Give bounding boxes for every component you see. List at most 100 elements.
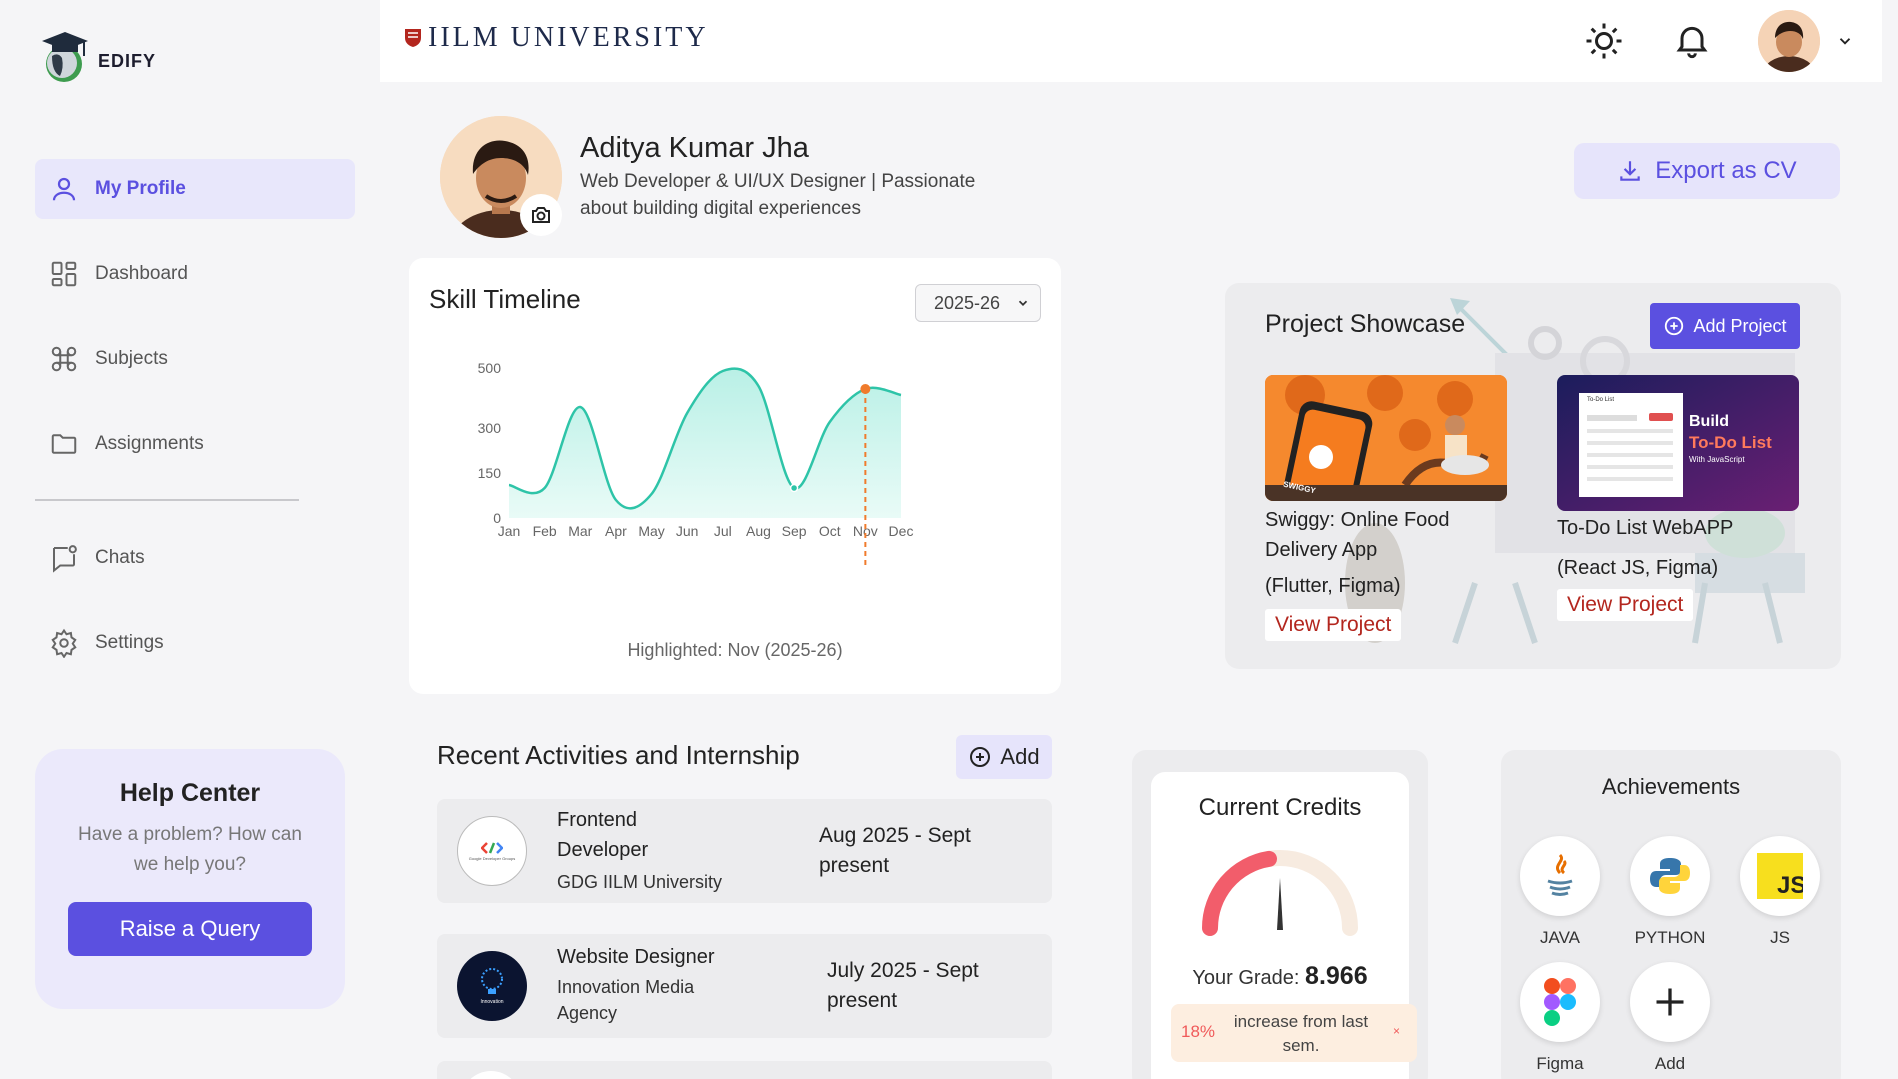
- sidebar-item-chats[interactable]: Chats: [35, 528, 355, 588]
- main-content: Aditya Kumar Jha Web Developer & UI/UX D…: [380, 82, 1882, 1079]
- add-activity-label: Add: [1000, 744, 1040, 769]
- view-project-swiggy-button[interactable]: View Project: [1265, 609, 1402, 641]
- sidebar-item-assignments[interactable]: Assignments: [35, 414, 355, 474]
- y-tick-label: 150: [478, 465, 502, 481]
- credits-title: Current Credits: [1198, 794, 1362, 821]
- current-credits-card: Current Credits Your Grade: 8.966 18% in…: [1151, 772, 1417, 1079]
- x-tick-label: Oct: [819, 523, 841, 539]
- gauge-needle: [1277, 878, 1283, 930]
- js-badge[interactable]: JS: [1740, 836, 1820, 916]
- theme-toggle-button[interactable]: [1584, 21, 1624, 61]
- project-tech-todo: (React JS, Figma): [1557, 557, 1719, 579]
- badge-label: JS: [1770, 928, 1790, 947]
- view-project-todo-button[interactable]: View Project: [1557, 589, 1694, 621]
- skill-timeline-title: Skill Timeline: [429, 284, 581, 314]
- export-cv-button[interactable]: Export as CV: [1574, 143, 1840, 199]
- x-tick-label: May: [638, 523, 664, 539]
- brand-logo[interactable]: EDIFY: [38, 26, 156, 86]
- university-crest-icon: [405, 29, 421, 47]
- x-tick-label: Sep: [782, 523, 807, 539]
- python-icon: [1650, 858, 1690, 894]
- grade-value: 8.966: [1305, 962, 1368, 990]
- sidebar-item-label: Settings: [95, 632, 164, 653]
- java-icon: [1547, 853, 1573, 896]
- activities-title: Recent Activities and Internship: [437, 740, 800, 770]
- svg-text:JS: JS: [1777, 872, 1803, 899]
- innovation-logo-text: Innovation: [480, 999, 504, 1005]
- python-badge[interactable]: [1630, 836, 1710, 916]
- avatar: [1758, 10, 1820, 72]
- user-icon: [52, 177, 76, 201]
- add-project-button[interactable]: Add Project: [1650, 303, 1800, 349]
- year-select[interactable]: 2025-26: [915, 284, 1041, 322]
- gdg-logo: Google Developer Groups: [457, 816, 527, 886]
- add-achievement-button[interactable]: [1630, 962, 1710, 1042]
- skill-timeline-card: Skill Timeline 2025-26 0 150 300 500 Jan Feb M…: [409, 258, 1061, 694]
- sidebar-item-my-profile[interactable]: My Profile: [35, 159, 355, 219]
- top-header: IILM UNIVERSITY: [380, 0, 1882, 82]
- badge-label: PYTHON: [1634, 928, 1706, 947]
- activity-logo: [461, 1071, 521, 1079]
- sidebar-item-label: My Profile: [95, 178, 186, 199]
- badge-label: JAVA: [1540, 928, 1580, 947]
- profile-name: Aditya Kumar Jha: [580, 132, 809, 164]
- credits-gauge: [1202, 850, 1358, 936]
- help-center-title: Help Center: [119, 779, 261, 807]
- change-photo-button[interactable]: [520, 194, 562, 236]
- todo-thumb-sub: With JavaScript: [1689, 455, 1745, 464]
- data-point[interactable]: [789, 483, 799, 493]
- x-tick-label: Jul: [714, 523, 732, 539]
- x-tick-label: Mar: [568, 523, 592, 539]
- badge-label: Figma: [1536, 1054, 1584, 1073]
- project-thumbnail-todo[interactable]: To-Do List Build To-Do List With JavaScr…: [1557, 375, 1799, 511]
- sidebar-item-label: Subjects: [95, 348, 168, 369]
- brand-name: EDIFY: [98, 50, 157, 71]
- lightbulb-icon: [481, 968, 503, 994]
- add-activity-button[interactable]: Add: [956, 735, 1052, 779]
- grade-line: Your Grade: 8.966: [1151, 962, 1409, 991]
- gear-icon: [51, 628, 77, 658]
- sidebar-item-label: Chats: [95, 547, 145, 568]
- sidebar-item-settings[interactable]: Settings: [35, 613, 355, 673]
- sidebar-item-dashboard[interactable]: Dashboard: [35, 244, 355, 304]
- increase-text: increase from last sem.: [1233, 1012, 1369, 1055]
- gdg-logo-text: Google Developer Groups: [468, 855, 516, 861]
- project-showcase-title: Project Showcase: [1265, 310, 1466, 338]
- sidebar-item-label: Dashboard: [95, 263, 188, 284]
- chevron-down-icon[interactable]: [1836, 32, 1854, 55]
- raise-query-button[interactable]: Raise a Query: [68, 902, 312, 956]
- list-item[interactable]: Innovation Website Designer Innovation M…: [437, 934, 1052, 1038]
- profile-description: Web Developer & UI/UX Designer | Passion…: [580, 171, 976, 219]
- innovation-logo: Innovation: [457, 951, 527, 1021]
- download-icon: [1620, 161, 1641, 181]
- plus-circle-icon: [970, 747, 991, 767]
- year-select-value: 2025-26: [934, 292, 1001, 313]
- x-tick-label: Jun: [676, 523, 699, 539]
- university-name: IILM UNIVERSITY: [428, 22, 709, 53]
- figma-badge[interactable]: [1520, 962, 1600, 1042]
- project-title-swiggy: Swiggy: Online Food Delivery App: [1265, 509, 1450, 561]
- sidebar-divider: [35, 499, 299, 501]
- add-project-label: Add Project: [1693, 315, 1787, 336]
- gdg-brackets-icon: [481, 841, 503, 854]
- export-cv-label: Export as CV: [1655, 157, 1797, 184]
- command-icon: [51, 346, 77, 372]
- activity-date: Aug 2025 - Sept present: [819, 824, 971, 877]
- user-avatar-button[interactable]: [1758, 10, 1820, 72]
- grade-label: Your Grade:: [1192, 967, 1300, 989]
- list-item[interactable]: Google Developer Groups Frontend Develop…: [437, 799, 1052, 903]
- plus-circle-icon: [1665, 316, 1684, 336]
- java-badge[interactable]: [1520, 836, 1600, 916]
- close-icon[interactable]: ×: [1393, 1024, 1400, 1038]
- highlight-point[interactable]: [860, 384, 871, 394]
- notifications-button[interactable]: [1672, 20, 1712, 60]
- sun-icon: [1586, 23, 1622, 59]
- sidebar-item-subjects[interactable]: Subjects: [35, 329, 355, 389]
- project-thumbnail-swiggy[interactable]: SWIGGY: [1265, 375, 1507, 501]
- activity-org: GDG IILM University: [557, 872, 723, 892]
- x-tick-label: Feb: [533, 523, 557, 539]
- plus-icon: [1656, 988, 1684, 1016]
- sidebar: EDIFY My Profile Dashboard Subjects Assi…: [0, 0, 380, 1079]
- activity-title: Frontend Developer: [557, 809, 649, 861]
- list-item[interactable]: [437, 1061, 1052, 1079]
